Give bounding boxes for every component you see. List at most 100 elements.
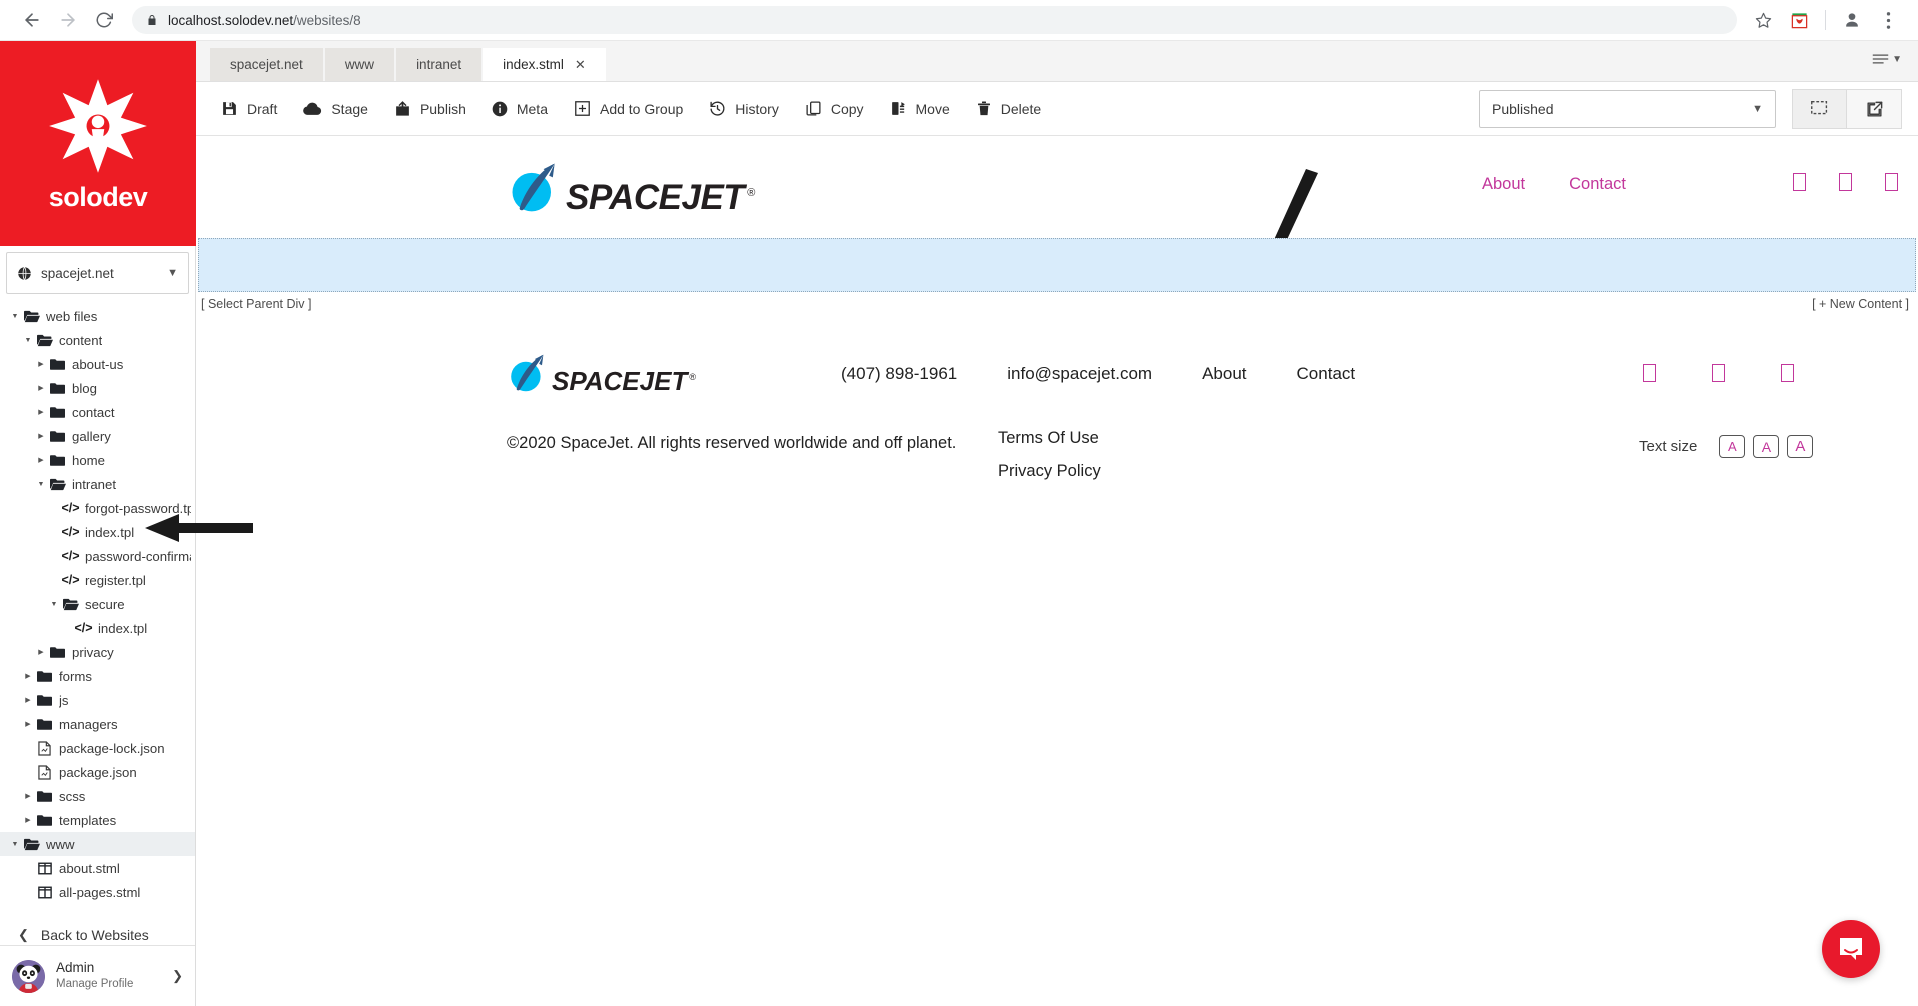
tab-intranet[interactable]: intranet [396,48,482,81]
tree-item-label: privacy [72,644,114,660]
tab-index-stml[interactable]: index.stml ✕ [483,48,606,81]
chevron-right-icon[interactable]: ▶ [21,672,35,680]
chevron-right-icon[interactable]: ▶ [34,408,48,416]
tab-label: www [344,57,375,72]
black-arrow-pointer [145,513,253,548]
chevron-right-icon[interactable]: ▶ [34,360,48,368]
tree-item-package-json[interactable]: package.json [0,760,195,784]
tree-item-www[interactable]: ▼ www [0,832,195,856]
toolbar-item-label: Delete [1000,100,1042,117]
social-icon-2[interactable] [1839,173,1852,191]
chevron-down-icon[interactable]: ▼ [34,481,48,488]
tree-item-blog[interactable]: ▶ blog [0,376,195,400]
social-icon-1[interactable] [1643,364,1656,382]
content-placeholder-band[interactable]: [ Select Parent Div ] [ + New Content ] [198,238,1916,311]
preview-nav-about[interactable]: About [1460,175,1547,194]
move-button[interactable]: Move [877,82,963,136]
select-region-icon[interactable] [1792,89,1847,129]
footer-privacy-link[interactable]: Privacy Policy [998,455,1101,488]
browser-menu-icon[interactable] [1872,4,1904,36]
social-icon-1[interactable] [1793,173,1806,191]
bookmark-star-icon[interactable] [1747,4,1779,36]
tree-item-templates[interactable]: ▶ templates [0,808,195,832]
footer-phone[interactable]: (407) 898-1961 [841,364,957,384]
publish-button[interactable]: Publish [381,82,479,136]
folder-icon [48,646,67,659]
tree-item-forms[interactable]: ▶ forms [0,664,195,688]
tree-item-js[interactable]: ▶ js [0,688,195,712]
footer-email[interactable]: info@spacejet.com [1007,364,1152,384]
social-icon-2[interactable] [1712,364,1725,382]
chevron-down-icon[interactable]: ▼ [8,841,22,848]
tree-item-managers[interactable]: ▶ managers [0,712,195,736]
back-arrow-icon[interactable] [14,2,50,38]
footer-link-about[interactable]: About [1202,364,1246,384]
extension-icon[interactable] [1783,4,1815,36]
tab-www[interactable]: www [324,48,395,81]
address-bar[interactable]: localhost.solodev.net/websites/8 [132,6,1737,34]
chevron-right-icon[interactable]: ▶ [21,816,35,824]
tree-item-about-us[interactable]: ▶ about-us [0,352,195,376]
copy-button[interactable]: Copy [792,82,877,136]
tab-spacejet-net[interactable]: spacejet.net [210,48,323,81]
footer-terms-link[interactable]: Terms Of Use [998,422,1101,455]
hamburger-menu-icon[interactable]: ▼ [1872,53,1902,65]
tree-item-label: package.json [59,764,137,780]
add-to-group-button[interactable]: Add to Group [561,82,696,136]
tree-item-about-stml[interactable]: about.stml [0,856,195,880]
chevron-right-icon[interactable]: ▶ [34,456,48,464]
footer-link-contact[interactable]: Contact [1297,364,1356,384]
close-icon[interactable]: ✕ [575,57,586,73]
reload-icon[interactable] [86,2,122,38]
chevron-down-icon[interactable]: ▼ [47,601,61,608]
chevron-right-icon[interactable]: ▶ [34,432,48,440]
chevron-right-icon[interactable]: ▶ [21,720,35,728]
social-icon-3[interactable] [1781,364,1794,382]
tree-item-register-tpl[interactable]: </> register.tpl [0,568,195,592]
site-selector[interactable]: spacejet.net ▼ [6,252,189,294]
tree-item-gallery[interactable]: ▶ gallery [0,424,195,448]
browser-profile-icon[interactable] [1836,4,1868,36]
chevron-right-icon[interactable]: ▶ [21,792,35,800]
preview-header-social [1793,173,1898,191]
status-select[interactable]: PublishedDraftStaged [1479,90,1776,128]
draft-button[interactable]: Draft [208,82,290,136]
tree-item-intranet[interactable]: ▼ intranet [0,472,195,496]
tree-item-home[interactable]: ▶ home [0,448,195,472]
open-external-icon[interactable] [1847,89,1902,129]
tree-item-scss[interactable]: ▶ scss [0,784,195,808]
tree-item-label: index.tpl [85,524,135,540]
tree-item-contact[interactable]: ▶ contact [0,400,195,424]
chevron-right-icon[interactable]: ▶ [34,648,48,656]
chevron-right-icon[interactable]: ❯ [172,968,183,984]
tree-item-web-files[interactable]: ▼ web files [0,304,195,328]
history-button[interactable]: History [696,82,792,136]
text-size-small-button[interactable]: A [1719,435,1746,458]
forward-arrow-icon[interactable] [50,2,86,38]
toolbar-item-label: Publish [419,100,466,117]
tree-item-label: register.tpl [85,572,146,588]
chevron-down-icon[interactable]: ▼ [8,313,22,320]
tree-item-label: intranet [72,476,116,492]
chat-bubble-icon[interactable] [1822,920,1880,978]
text-size-medium-button[interactable]: A [1753,435,1780,458]
delete-button[interactable]: Delete [963,82,1054,136]
tree-item-content[interactable]: ▼ content [0,328,195,352]
tree-item-index-tpl[interactable]: </> index.tpl [0,616,195,640]
new-content-link[interactable]: [ + New Content ] [1812,297,1909,311]
tree-item-all-pages-stml[interactable]: all-pages.stml [0,880,195,904]
social-icon-3[interactable] [1885,173,1898,191]
text-size-large-button[interactable]: A [1787,435,1814,458]
chevron-down-icon[interactable]: ▼ [21,337,35,344]
stage-button[interactable]: Stage [290,82,381,136]
chevron-right-icon[interactable]: ▶ [34,384,48,392]
meta-button[interactable]: Meta [479,82,561,136]
tree-item-privacy[interactable]: ▶ privacy [0,640,195,664]
chevron-right-icon[interactable]: ▶ [21,696,35,704]
tree-item-secure[interactable]: ▼ secure [0,592,195,616]
preview-nav-contact[interactable]: Contact [1547,175,1648,194]
select-parent-div-link[interactable]: [ Select Parent Div ] [201,297,311,311]
code-icon: </> [61,549,80,563]
profile-row[interactable]: Admin Manage Profile ❯ [0,945,195,1006]
tree-item-package-lock-json[interactable]: package-lock.json [0,736,195,760]
